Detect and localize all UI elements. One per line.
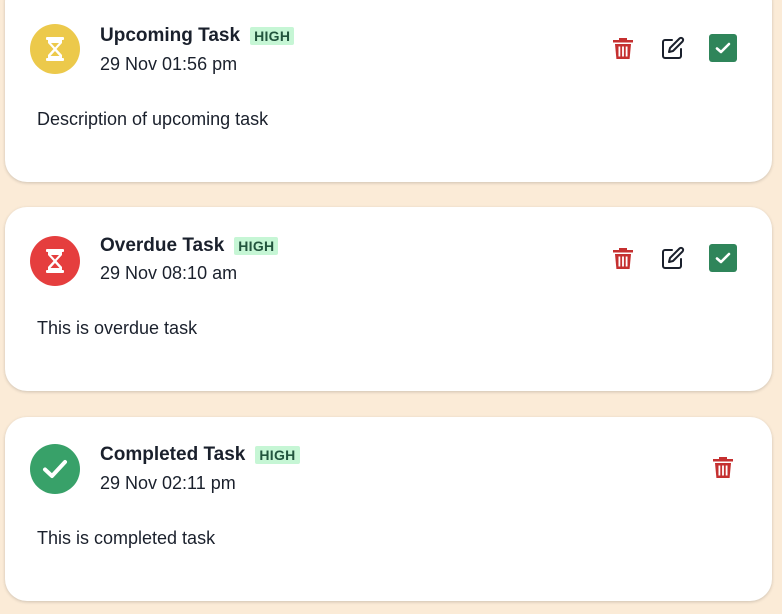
edit-button[interactable] (659, 34, 687, 62)
task-description: This is overdue task (37, 318, 198, 338)
task-card: Overdue Task HIGH 29 Nov 08:10 am This i… (5, 207, 772, 391)
task-card: Upcoming Task HIGH 29 Nov 01:56 pm Descr… (5, 0, 772, 182)
complete-button[interactable] (709, 244, 737, 272)
complete-button[interactable] (709, 34, 737, 62)
trash-icon (713, 457, 733, 478)
trash-icon (613, 248, 633, 269)
priority-badge: HIGH (234, 237, 279, 255)
task-date: 29 Nov 02:11 pm (100, 473, 236, 493)
task-title-row: Completed Task HIGH (100, 443, 300, 467)
priority-badge: HIGH (255, 446, 300, 464)
delete-button[interactable] (609, 244, 637, 272)
check-circle-icon (30, 444, 80, 494)
delete-button[interactable] (609, 34, 637, 62)
hourglass-icon (30, 24, 80, 74)
task-description: Description of upcoming task (37, 109, 269, 129)
check-icon (715, 252, 731, 264)
task-description: This is completed task (37, 528, 216, 548)
task-title-row: Overdue Task HIGH (100, 234, 279, 258)
task-title: Upcoming Task (100, 25, 241, 46)
check-icon (715, 42, 731, 54)
edit-icon (662, 246, 685, 269)
task-card: Completed Task HIGH 29 Nov 02:11 pm This… (5, 417, 772, 601)
edit-icon (662, 36, 685, 59)
trash-icon (613, 38, 633, 59)
hourglass-icon (30, 236, 80, 286)
task-date: 29 Nov 08:10 am (100, 263, 238, 283)
priority-badge: HIGH (250, 27, 295, 45)
task-title: Overdue Task (100, 235, 225, 256)
task-date: 29 Nov 01:56 pm (100, 54, 238, 74)
task-title-row: Upcoming Task HIGH (100, 24, 295, 48)
task-title: Completed Task (100, 444, 246, 465)
delete-button[interactable] (709, 453, 737, 481)
edit-button[interactable] (659, 244, 687, 272)
